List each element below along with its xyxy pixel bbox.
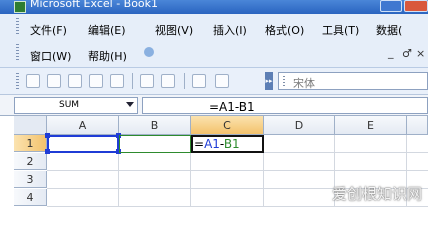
cell-a1-reference[interactable] — [47, 135, 119, 153]
maximize-button[interactable] — [380, 0, 402, 12]
doc-close-button[interactable]: × — [416, 47, 425, 60]
formula-ref-a1: A1 — [204, 137, 220, 151]
menu-tools[interactable]: 工具(T) — [322, 22, 359, 38]
menu-bar: 文件(F) 编辑(E) 视图(V) 插入(I) 格式(O) 工具(T) 数据( … — [0, 14, 428, 68]
font-name-value: 宋体 — [293, 77, 315, 90]
permission-icon[interactable] — [89, 74, 103, 88]
gridline — [47, 170, 428, 171]
title-bar: Microsoft Excel - Book1 — [0, 0, 428, 14]
menu-help[interactable]: 帮助(H) — [88, 48, 127, 64]
menu-format[interactable]: 格式(O) — [265, 22, 304, 38]
column-header-e[interactable]: E — [335, 116, 407, 135]
formula-input[interactable]: =A1-B1 — [142, 97, 428, 114]
worksheet-grid: A B C D E 1 2 3 4 =A1-B1 爱创根知识网 — [0, 116, 428, 207]
row-header-1[interactable]: 1 — [14, 135, 47, 152]
column-header-d[interactable]: D — [264, 116, 335, 135]
spelling-icon[interactable] — [192, 74, 206, 88]
row-header-2[interactable]: 2 — [14, 153, 47, 170]
menu-file[interactable]: 文件(F) — [30, 22, 67, 38]
range-handle[interactable] — [45, 149, 50, 154]
row-header-3[interactable]: 3 — [14, 171, 47, 188]
window-title: Microsoft Excel - Book1 — [30, 0, 159, 10]
column-header-c[interactable]: C — [191, 116, 264, 135]
row-header-4[interactable]: 4 — [14, 189, 47, 206]
doc-minimize-button[interactable]: _ — [388, 46, 394, 59]
menu-window[interactable]: 窗口(W) — [30, 48, 71, 64]
column-header-f[interactable] — [407, 116, 428, 135]
name-box-value: SUM — [59, 100, 80, 110]
name-box-dropdown-icon[interactable] — [126, 102, 134, 107]
font-name-select[interactable]: 宋体 — [278, 72, 428, 90]
close-window-button[interactable] — [404, 0, 428, 12]
toolbar-gripper[interactable] — [16, 73, 19, 90]
menu-insert[interactable]: 插入(I) — [213, 22, 247, 38]
excel-app-icon — [14, 1, 26, 13]
open-file-icon[interactable] — [47, 74, 61, 88]
menubar-gripper[interactable] — [16, 18, 19, 34]
menubar-row2-gripper[interactable] — [16, 44, 19, 60]
select-all-corner[interactable] — [14, 116, 47, 135]
menu-data[interactable]: 数据( — [376, 22, 402, 38]
toolbar-separator — [184, 73, 185, 89]
help-search-icon[interactable] — [144, 47, 154, 57]
standard-toolbar: ▸▸ 宋体 — [0, 68, 428, 95]
doc-restore-button[interactable]: ♂ — [402, 47, 412, 60]
column-header-a[interactable]: A — [47, 116, 119, 135]
print-icon[interactable] — [140, 74, 154, 88]
save-icon[interactable] — [68, 74, 82, 88]
formula-ref-b1: B1 — [223, 137, 240, 151]
formatting-toolbar-gripper[interactable] — [283, 76, 285, 87]
cell-b1-reference[interactable] — [119, 135, 191, 153]
email-icon[interactable] — [110, 74, 124, 88]
formula-text: =A1-B1 — [209, 100, 255, 114]
range-handle[interactable] — [45, 133, 50, 138]
menu-edit[interactable]: 编辑(E) — [88, 22, 126, 38]
new-file-icon[interactable] — [26, 74, 40, 88]
formula-prefix: = — [194, 137, 205, 151]
menu-view[interactable]: 视图(V) — [155, 22, 193, 38]
toolbar-separator — [132, 73, 133, 89]
name-box[interactable]: SUM — [14, 97, 138, 114]
column-header-b[interactable]: B — [119, 116, 191, 135]
research-icon[interactable] — [215, 74, 229, 88]
toolbar-options-button[interactable]: ▸▸ — [265, 72, 273, 90]
print-preview-icon[interactable] — [161, 74, 175, 88]
watermark-text: 爱创根知识网 — [331, 185, 422, 203]
cell-c1-active[interactable]: =A1-B1 — [191, 135, 264, 153]
formula-bar: SUM =A1-B1 — [0, 95, 428, 116]
gridline — [47, 206, 428, 207]
